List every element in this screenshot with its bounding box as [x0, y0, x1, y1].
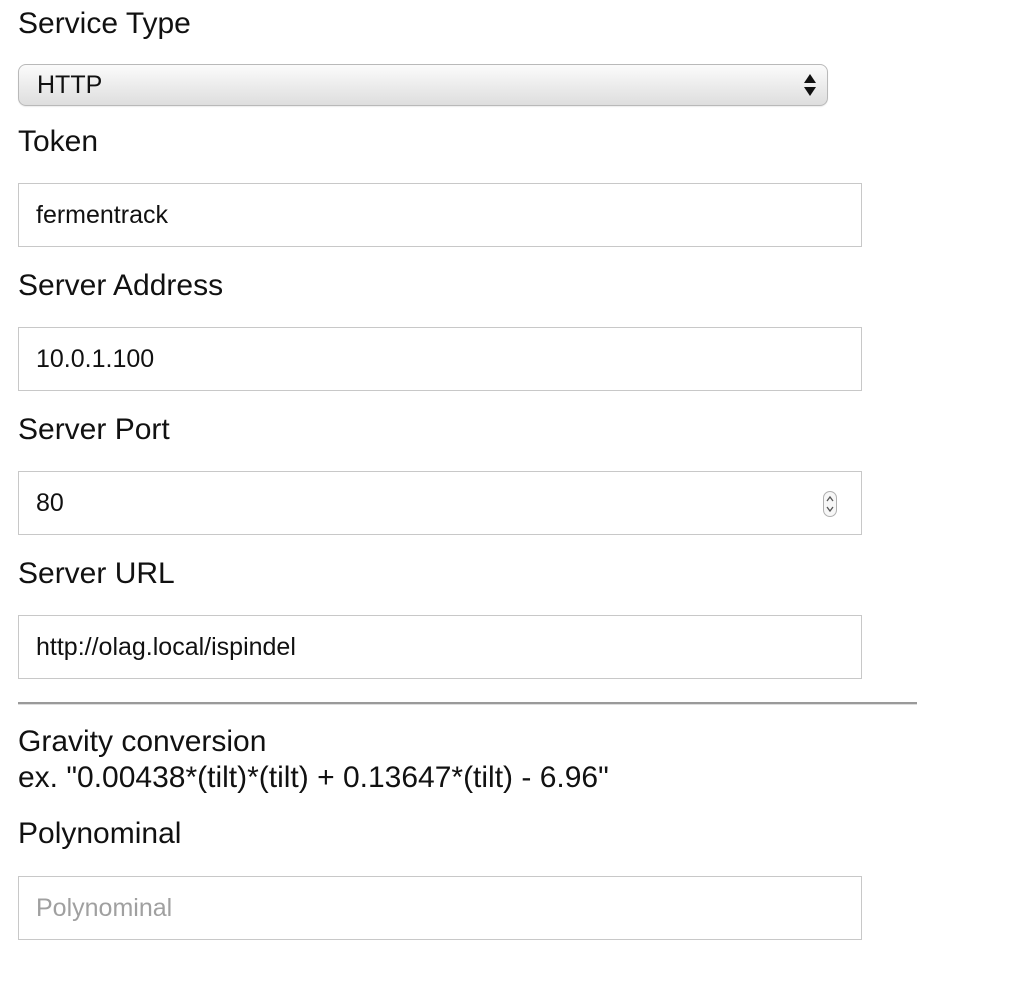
select-up-down-arrows-icon [804, 74, 816, 96]
gravity-conversion-heading: Gravity conversion [18, 725, 267, 758]
service-type-select[interactable]: HTTP [18, 64, 828, 106]
server-url-input[interactable]: http://olag.local/ispindel [18, 615, 862, 679]
server-port-input[interactable]: 80 [18, 471, 862, 535]
server-url-label: Server URL [18, 557, 175, 590]
polynominal-label: Polynominal [18, 817, 182, 850]
server-port-label: Server Port [18, 413, 170, 446]
server-address-input[interactable]: 10.0.1.100 [18, 327, 862, 391]
token-input[interactable]: fermentrack [18, 183, 862, 247]
polynominal-input[interactable]: Polynominal [18, 876, 862, 940]
gravity-conversion-example: ex. "0.00438*(tilt)*(tilt) + 0.13647*(ti… [18, 761, 609, 794]
token-label: Token [18, 125, 99, 158]
server-port-value: 80 [36, 489, 64, 517]
service-type-label: Service Type [18, 7, 191, 40]
section-divider [18, 702, 917, 705]
server-address-label: Server Address [18, 269, 224, 302]
service-type-selected-value: HTTP [37, 71, 103, 99]
number-stepper-icon[interactable] [823, 491, 837, 517]
